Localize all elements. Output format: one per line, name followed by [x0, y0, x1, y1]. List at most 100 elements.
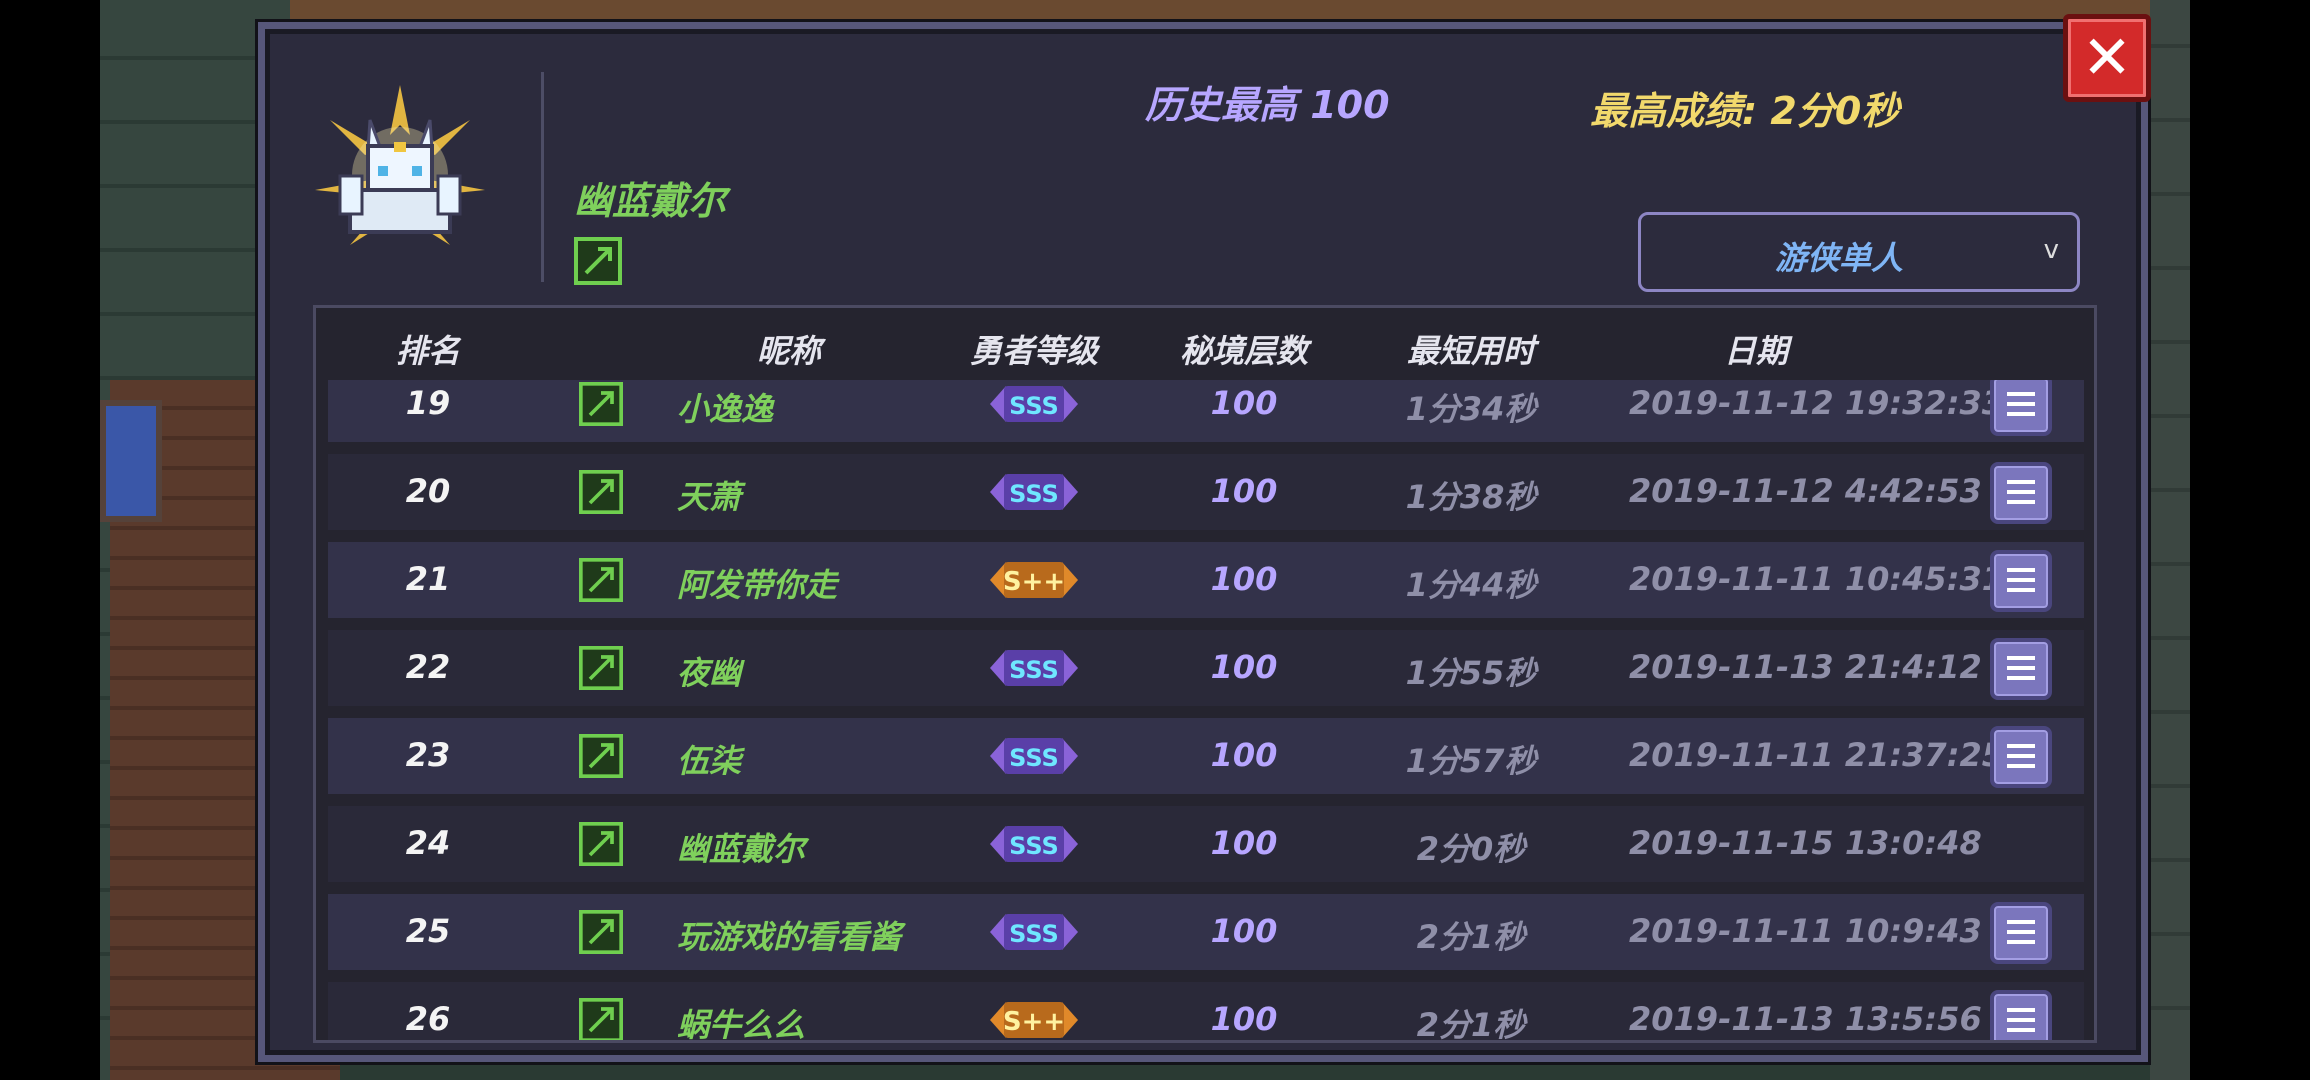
rank-cell: 26: [405, 1000, 451, 1038]
date-cell: 2019-11-11 21:37:25: [1629, 736, 2005, 774]
weapon-badge-icon: [579, 558, 623, 602]
time-cell: 1分55秒: [1405, 654, 1537, 692]
hero-level-badge-icon: S++: [986, 996, 1082, 1040]
details-menu-button[interactable]: [1990, 380, 2052, 436]
col-rank: 排名: [395, 332, 461, 370]
details-menu-button[interactable]: [1990, 638, 2052, 700]
hero-level-badge-icon: SSS: [986, 908, 1082, 956]
nickname-cell: 天萧: [677, 478, 742, 516]
svg-text:SSS: SSS: [1009, 744, 1059, 772]
close-button[interactable]: ✕: [2063, 14, 2151, 102]
nickname-cell: 夜幽: [677, 654, 742, 692]
col-date: 日期: [1723, 332, 1789, 370]
floors-cell: 100: [1210, 912, 1278, 950]
rank-cell: 24: [405, 824, 451, 862]
col-floors: 秘境层数: [1179, 332, 1309, 370]
history-best: 历史最高 100: [1145, 83, 1390, 127]
weapon-badge-icon: [574, 237, 622, 285]
table-rows[interactable]: 19 小逸逸 SSS 100 1分34秒 2019-11-12 19:32:33 20 天萧 S…: [328, 380, 2084, 1042]
time-cell: 2分0秒: [1416, 830, 1526, 868]
weapon-badge-icon: [579, 998, 623, 1040]
details-menu-button[interactable]: [1990, 462, 2052, 524]
weapon-badge-icon: [579, 382, 623, 426]
date-cell: 2019-11-13 21:4:12: [1629, 648, 1982, 686]
svg-text:S++: S++: [1003, 567, 1065, 597]
hero-level-badge-icon: SSS: [986, 468, 1082, 516]
table-header: 排名 昵称 勇者等级 秘境层数 最短用时 日期: [316, 308, 2094, 378]
hero-level-badge-icon: SSS: [986, 644, 1082, 692]
nickname-cell: 小逸逸: [677, 390, 774, 428]
table-row[interactable]: 20 天萧 SSS 100 1分38秒 2019-11-12 4:42:53: [328, 454, 2084, 530]
floors-cell: 100: [1210, 384, 1278, 422]
details-menu-button[interactable]: [1990, 726, 2052, 788]
weapon-badge-icon: [579, 470, 623, 514]
date-cell: 2019-11-13 13:5:56: [1629, 1000, 1982, 1038]
mode-dropdown[interactable]: 游侠单人 v: [1638, 212, 2080, 292]
svg-text:SSS: SSS: [1009, 480, 1059, 508]
svg-text:SSS: SSS: [1009, 392, 1059, 420]
mode-selected: 游侠单人: [1774, 239, 1903, 277]
hero-level-badge-icon: SSS: [986, 820, 1082, 868]
col-best-time: 最短用时: [1406, 332, 1536, 370]
header-divider: [541, 72, 544, 282]
hero-level-badge-icon: SSS: [986, 732, 1082, 780]
svg-text:SSS: SSS: [1009, 832, 1059, 860]
time-cell: 1分57秒: [1405, 742, 1537, 780]
nickname-cell: 蜗牛么么: [677, 1006, 806, 1042]
floors-cell: 100: [1210, 1000, 1278, 1038]
table-row[interactable]: 24 幽蓝戴尔 SSS 100 2分0秒 2019-11-15 13:0:48: [328, 806, 2084, 882]
weapon-badge-icon: [579, 646, 623, 690]
rank-cell: 23: [405, 736, 451, 774]
time-cell: 1分34秒: [1405, 390, 1537, 428]
table-row[interactable]: 23 伍柒 SSS 100 1分57秒 2019-11-11 21:37:25: [328, 718, 2084, 794]
nickname-cell: 幽蓝戴尔: [677, 830, 806, 868]
time-cell: 1分44秒: [1405, 566, 1537, 604]
rank-cell: 19: [405, 384, 451, 422]
floors-cell: 100: [1210, 472, 1278, 510]
close-icon: ✕: [2081, 23, 2133, 93]
best-score: 最高成绩: 2分0秒: [1590, 89, 1900, 133]
chevron-down-icon: v: [2043, 235, 2059, 265]
table-row[interactable]: 25 玩游戏的看看酱 SSS 100 2分1秒 2019-11-11 10:9:43: [328, 894, 2084, 970]
table-row[interactable]: 22 夜幽 SSS 100 1分55秒 2019-11-13 21:4:12: [328, 630, 2084, 706]
table-row[interactable]: 21 阿发带你走 S++ 100 1分44秒 2019-11-11 10:45:31: [328, 542, 2084, 618]
leaderboard-table: 排名 昵称 勇者等级 秘境层数 最短用时 日期 19 小逸逸 SSS 100 1分34秒…: [313, 305, 2097, 1043]
nickname-cell: 玩游戏的看看酱: [677, 918, 902, 956]
nickname-cell: 阿发带你走: [677, 566, 838, 604]
floors-cell: 100: [1210, 824, 1278, 862]
weapon-badge-icon: [579, 734, 623, 778]
table-row[interactable]: 26 蜗牛么么 S++ 100 2分1秒 2019-11-13 13:5:56: [328, 982, 2084, 1042]
blue-window: [100, 400, 162, 522]
nickname-cell: 伍柒: [677, 742, 742, 780]
time-cell: 1分38秒: [1405, 478, 1537, 516]
table-row[interactable]: 19 小逸逸 SSS 100 1分34秒 2019-11-12 19:32:33: [328, 380, 2084, 442]
date-cell: 2019-11-11 10:9:43: [1629, 912, 1982, 950]
hero-level-badge-icon: S++: [986, 556, 1082, 604]
rank-cell: 20: [405, 472, 451, 510]
rank-cell: 22: [405, 648, 451, 686]
date-cell: 2019-11-15 13:0:48: [1629, 824, 1982, 862]
date-cell: 2019-11-12 19:32:33: [1629, 384, 2005, 422]
rank-cell: 25: [405, 912, 451, 950]
floors-cell: 100: [1210, 736, 1278, 774]
time-cell: 2分1秒: [1416, 1006, 1526, 1042]
details-menu-button[interactable]: [1990, 990, 2052, 1040]
svg-text:SSS: SSS: [1009, 920, 1059, 948]
details-menu-button[interactable]: [1990, 550, 2052, 612]
svg-text:SSS: SSS: [1009, 656, 1059, 684]
details-menu-button[interactable]: [1990, 902, 2052, 964]
col-nickname: 昵称: [756, 332, 822, 370]
floors-cell: 100: [1210, 560, 1278, 598]
hero-level-badge-icon: SSS: [986, 380, 1082, 428]
stone-wall-right: [2150, 0, 2190, 1080]
date-cell: 2019-11-12 4:42:53: [1629, 472, 1982, 510]
col-hero-level: 勇者等级: [969, 332, 1099, 370]
floors-cell: 100: [1210, 648, 1278, 686]
date-cell: 2019-11-11 10:45:31: [1629, 560, 2005, 598]
player-avatar: [315, 85, 485, 245]
weapon-badge-icon: [579, 910, 623, 954]
weapon-badge-icon: [579, 822, 623, 866]
time-cell: 2分1秒: [1416, 918, 1526, 956]
player-name: 幽蓝戴尔: [574, 179, 727, 223]
rank-cell: 21: [405, 560, 451, 598]
